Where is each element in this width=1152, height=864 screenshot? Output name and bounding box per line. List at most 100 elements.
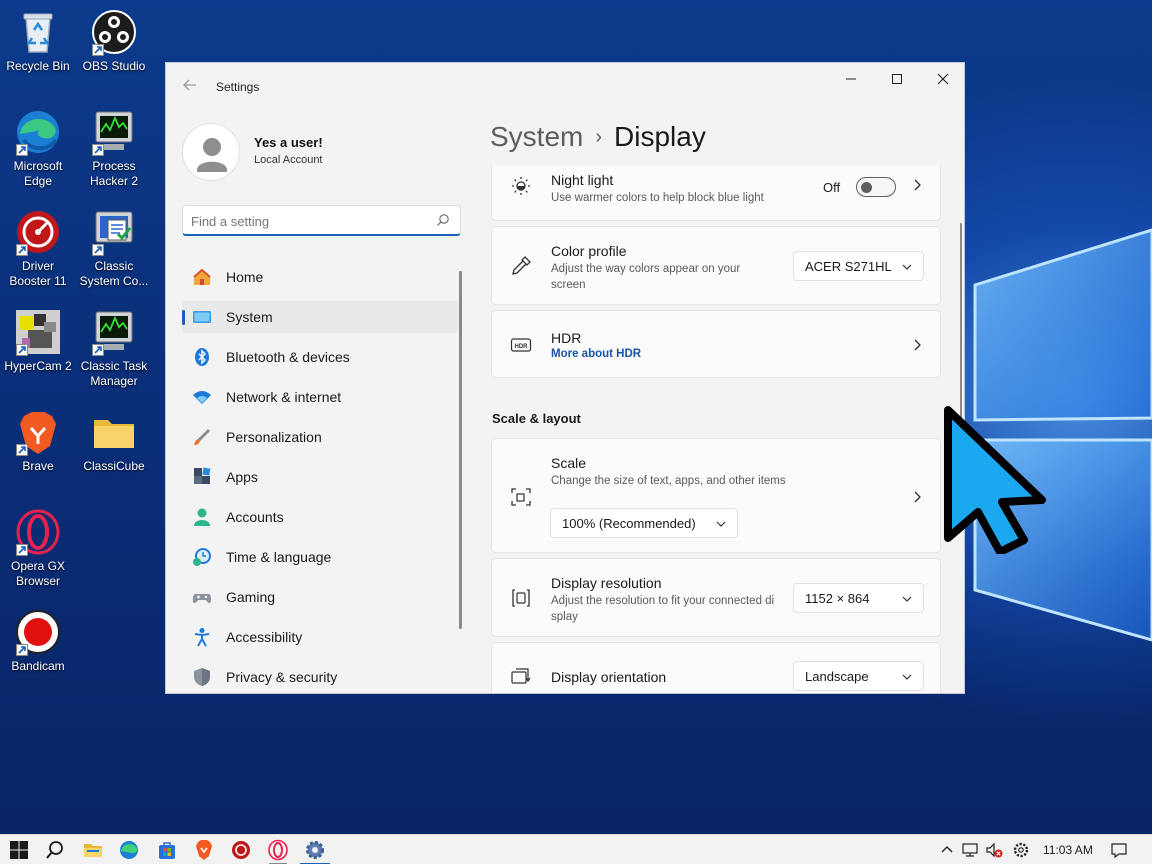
card-title: Scale xyxy=(551,455,587,471)
breadcrumb-current: Display xyxy=(614,121,706,152)
back-arrow-icon[interactable] xyxy=(180,77,200,97)
taskbar-settings[interactable] xyxy=(300,839,330,864)
sidebar-item-accessibility[interactable]: Accessibility xyxy=(182,621,458,653)
desktop-icon-label: Driver Booster 11 xyxy=(9,259,67,288)
edge-icon xyxy=(14,108,62,156)
scale-icon xyxy=(511,488,531,506)
desktop-icon-label: ClassiCube xyxy=(83,459,145,473)
desktop-icon-obs-studio[interactable]: OBS Studio xyxy=(76,8,152,74)
desktop-icon-recycle-bin[interactable]: Recycle Bin xyxy=(0,8,76,74)
breadcrumb-separator: › xyxy=(595,126,603,148)
sidebar-item-apps[interactable]: Apps xyxy=(182,461,458,493)
close-button[interactable] xyxy=(920,63,964,95)
sidebar-item-home[interactable]: Home xyxy=(182,261,458,293)
night-light-toggle[interactable] xyxy=(856,177,896,197)
desktop-icon-label: Brave xyxy=(22,459,54,473)
chevron-right-icon xyxy=(914,339,921,351)
taskbar-file-explorer[interactable] xyxy=(82,839,104,861)
sidebar-item-system[interactable]: System xyxy=(182,301,458,333)
section-header-scale-layout: Scale & layout xyxy=(492,411,581,426)
sidebar-item-privacy-security[interactable]: Privacy & security xyxy=(182,661,458,693)
desktop-icon-driver-booster[interactable]: Driver Booster 11 xyxy=(0,208,76,289)
hdr-card[interactable]: HDR HDR More about HDR xyxy=(491,310,941,378)
scale-card[interactable]: Scale Change the size of text, apps, and… xyxy=(491,438,941,553)
clock[interactable]: 11:03 AM xyxy=(1043,843,1093,857)
minimize-button[interactable] xyxy=(828,63,874,95)
desktop-icon-microsoft-edge[interactable]: Microsoft Edge xyxy=(0,108,76,189)
shortcut-arrow-icon xyxy=(16,144,28,156)
show-hidden-icons-chevron-up-icon[interactable] xyxy=(938,841,956,859)
dropdown-value: ACER S271HL xyxy=(805,259,892,274)
display-orientation-card[interactable]: Display orientation Landscape xyxy=(491,642,941,693)
brush-icon xyxy=(194,429,210,445)
system-configuration-icon xyxy=(90,208,138,256)
chevron-down-icon xyxy=(902,674,912,680)
card-title: Color profile xyxy=(551,243,627,259)
sidebar-item-label: Home xyxy=(226,269,264,285)
settings-gear-icon[interactable] xyxy=(1012,841,1030,859)
taskbar-driver-booster[interactable] xyxy=(230,839,252,861)
display-orientation-dropdown[interactable]: Landscape xyxy=(793,661,924,691)
taskbar-opera-gx[interactable] xyxy=(267,839,289,864)
shortcut-arrow-icon xyxy=(16,544,28,556)
breadcrumb-parent[interactable]: System xyxy=(490,121,583,152)
display-resolution-card[interactable]: Display resolution Adjust the resolution… xyxy=(491,558,941,637)
taskbar-edge[interactable] xyxy=(118,839,140,861)
start-button[interactable] xyxy=(8,839,30,861)
night-light-icon xyxy=(512,177,530,195)
avatar[interactable] xyxy=(182,123,240,181)
desktop-icon-label: Opera GX Browser xyxy=(10,559,66,588)
volume-muted-icon[interactable] xyxy=(985,841,1003,859)
display-resolution-dropdown[interactable]: 1152 × 864 xyxy=(793,583,924,613)
color-profile-dropdown[interactable]: ACER S271HL xyxy=(793,251,924,281)
accessibility-icon xyxy=(194,628,210,647)
color-profile-card[interactable]: Color profile Adjust the way colors appe… xyxy=(491,226,941,305)
sidebar-item-label: Personalization xyxy=(226,429,322,445)
sidebar-scrollbar[interactable] xyxy=(459,271,462,629)
bluetooth-icon xyxy=(195,348,209,366)
folder-icon xyxy=(90,408,138,456)
desktop-icon-label: Classic Task Manager xyxy=(80,359,148,388)
sidebar-item-label: Network & internet xyxy=(226,389,342,405)
desktop-icon-label: OBS Studio xyxy=(82,59,146,73)
desktop-icon-hypercam[interactable]: HyperCam 2 xyxy=(0,308,76,374)
title-bar[interactable]: Settings xyxy=(166,63,964,111)
sidebar-item-network[interactable]: Network & internet xyxy=(182,381,458,413)
microsoft-store-icon xyxy=(159,842,175,859)
desktop-icon-classic-task-manager[interactable]: Classic Task Manager xyxy=(76,308,152,389)
taskbar: 11:03 AM xyxy=(0,834,1152,864)
network-icon[interactable] xyxy=(961,841,979,859)
desktop-icon-classicube[interactable]: ClassiCube xyxy=(76,408,152,474)
taskbar-brave[interactable] xyxy=(193,839,215,861)
bandicam-icon xyxy=(14,608,62,656)
sidebar-item-accounts[interactable]: Accounts xyxy=(182,501,458,533)
sidebar-item-time-language[interactable]: Time & language xyxy=(182,541,458,573)
taskbar-search-button[interactable] xyxy=(44,839,66,861)
search-input[interactable] xyxy=(191,212,431,230)
dropdown-value: Landscape xyxy=(805,669,869,684)
apps-icon xyxy=(194,467,211,484)
taskbar-microsoft-store[interactable] xyxy=(156,839,178,861)
selection-indicator xyxy=(182,310,185,325)
desktop-icon-brave[interactable]: Brave xyxy=(0,408,76,474)
hypercam-icon xyxy=(14,308,62,356)
opera-gx-icon xyxy=(268,839,288,861)
edge-icon xyxy=(120,841,138,859)
shortcut-arrow-icon xyxy=(16,244,28,256)
search-icon xyxy=(46,841,63,859)
desktop-icon-bandicam[interactable]: Bandicam xyxy=(0,608,76,674)
sidebar-item-bluetooth[interactable]: Bluetooth & devices xyxy=(182,341,458,373)
card-title: Display resolution xyxy=(551,575,662,591)
close-icon xyxy=(937,73,949,85)
minimize-icon xyxy=(846,78,856,80)
search-box[interactable] xyxy=(182,205,461,236)
scale-dropdown[interactable]: 100% (Recommended) xyxy=(550,508,738,538)
sidebar-item-personalization[interactable]: Personalization xyxy=(182,421,458,453)
desktop-icon-classic-system-configuration[interactable]: Classic System Co... xyxy=(76,208,152,289)
more-about-hdr-link[interactable]: More about HDR xyxy=(551,348,641,360)
desktop-icon-opera-gx[interactable]: Opera GX Browser xyxy=(0,508,76,589)
notification-icon[interactable] xyxy=(1110,841,1128,859)
sidebar-item-gaming[interactable]: Gaming xyxy=(182,581,458,613)
maximize-button[interactable] xyxy=(874,63,920,95)
desktop-icon-process-hacker[interactable]: Process Hacker 2 xyxy=(76,108,152,189)
